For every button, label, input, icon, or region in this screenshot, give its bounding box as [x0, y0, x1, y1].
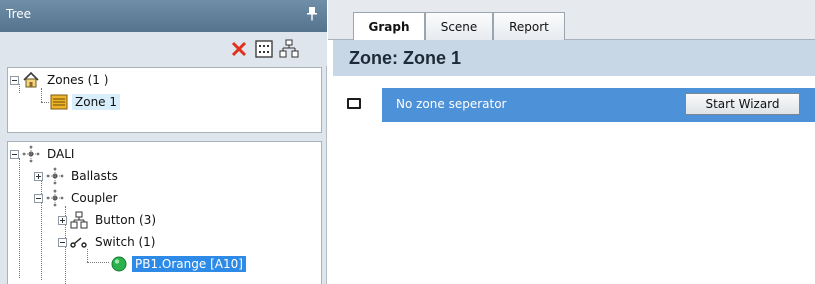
- delete-icon[interactable]: [229, 39, 249, 59]
- tree-node-zones[interactable]: Zones (1 ): [10, 70, 111, 90]
- tree-node-label: Coupler: [71, 191, 118, 205]
- zone-separator-row[interactable]: No zone seperator Start Wizard: [382, 88, 815, 122]
- tree-pane-header: Tree: [0, 0, 327, 32]
- separator-icon: [347, 98, 361, 109]
- tree-node-coupler[interactable]: Coupler: [34, 188, 121, 208]
- tree-pane-title: Tree: [6, 7, 32, 21]
- tree-node-label: Button (3): [95, 213, 157, 227]
- tree-connector: [41, 88, 42, 102]
- expand-toggle[interactable]: [34, 171, 43, 181]
- tree-pane: Tree Zones (1) Zone 1 DALI Ballasts Cou…: [0, 0, 327, 284]
- tab-graph[interactable]: Graph: [353, 12, 425, 41]
- grid-icon[interactable]: [254, 39, 274, 59]
- zones-tree-panel: Zones (1 ) Zone 1: [7, 67, 322, 133]
- page-title: Zone: Zone 1: [349, 48, 461, 68]
- tree-node-label: DALI: [47, 147, 75, 161]
- zone-icon: [50, 94, 68, 110]
- network-icon: [46, 189, 64, 207]
- pin-icon[interactable]: [307, 7, 317, 21]
- tree-node-dali[interactable]: DALI: [10, 144, 77, 164]
- status-dot-icon: [111, 256, 127, 272]
- tab-report[interactable]: Report: [493, 12, 565, 40]
- tree-node-ballasts[interactable]: Ballasts: [34, 166, 121, 186]
- collapse-toggle[interactable]: [34, 193, 43, 203]
- collapse-toggle[interactable]: [10, 75, 19, 85]
- separator-status-text: No zone seperator: [396, 97, 507, 111]
- tree-node-label: PB1.Orange [A10]: [132, 256, 246, 272]
- tree-connector: [87, 262, 109, 263]
- tree-node-zone-1[interactable]: Zone 1: [50, 92, 120, 112]
- network-icon: [46, 167, 64, 185]
- button-group-icon: [70, 211, 88, 229]
- tree-node-label: Zone 1: [72, 94, 120, 110]
- tree-node-label: Ballasts: [71, 169, 118, 183]
- view-tab-bar: Graph Scene Report: [328, 0, 815, 41]
- collapse-toggle[interactable]: [10, 149, 19, 159]
- start-wizard-button[interactable]: Start Wizard: [685, 93, 800, 115]
- house-icon: [23, 71, 39, 88]
- zone-header: Zone: Zone 1: [333, 40, 815, 76]
- dali-tree-panel: DALI Ballasts Coupler Button (3) Switch …: [7, 141, 322, 284]
- tree-connector: [41, 102, 49, 103]
- tree-node-pb1-orange[interactable]: PB1.Orange [A10]: [110, 254, 246, 274]
- network-icon: [22, 145, 40, 163]
- tree-structure-icon[interactable]: [279, 39, 299, 59]
- tab-scene[interactable]: Scene: [425, 12, 493, 40]
- tree-node-switch[interactable]: Switch (1): [58, 232, 159, 252]
- tree-node-label: Zones (1 ): [47, 73, 109, 87]
- tree-node-button[interactable]: Button (3): [58, 210, 159, 230]
- switch-icon: [70, 237, 87, 248]
- tree-connector: [19, 158, 20, 278]
- tree-node-label: Switch (1): [95, 235, 156, 249]
- tree-toolbar: [0, 32, 327, 66]
- expand-toggle[interactable]: [58, 215, 67, 225]
- collapse-toggle[interactable]: [58, 237, 67, 247]
